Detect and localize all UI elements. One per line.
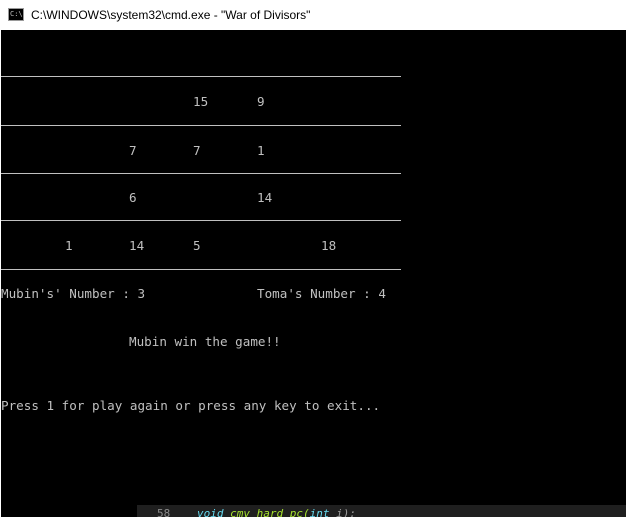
board-cell: 18 bbox=[321, 238, 337, 253]
player1-score: Mubin's' Number : 3 bbox=[1, 286, 146, 301]
board-rule-top bbox=[1, 76, 401, 77]
console-output[interactable]: 15 9 7 7 1 6 14 1 14 5 18 Mubin's' Numbe… bbox=[1, 30, 626, 517]
board-rule-bottom bbox=[1, 269, 401, 270]
board-cell: 7 bbox=[193, 143, 201, 158]
board-cell: 9 bbox=[257, 94, 265, 109]
board-cell: 5 bbox=[193, 238, 201, 253]
code-rest: i); bbox=[329, 507, 356, 517]
background-editor-peek: 58 void cmv_hard_pc(int i); bbox=[137, 505, 626, 517]
code-keyword: void bbox=[197, 507, 224, 517]
board-cell: 1 bbox=[257, 143, 265, 158]
board-rule-1 bbox=[1, 125, 401, 126]
game-result: Mubin win the game!! bbox=[129, 334, 281, 349]
cmd-icon: C:\ bbox=[8, 8, 24, 21]
board-rule-3 bbox=[1, 220, 401, 221]
code-keyword: int bbox=[309, 507, 330, 517]
board-rule-2 bbox=[1, 173, 401, 174]
window-title: C:\WINDOWS\system32\cmd.exe - "War of Di… bbox=[31, 8, 311, 22]
board-cell: 14 bbox=[129, 238, 145, 253]
window-titlebar: C:\ C:\WINDOWS\system32\cmd.exe - "War o… bbox=[0, 0, 626, 30]
player2-score: Toma's Number : 4 bbox=[257, 286, 386, 301]
code-function: cmv_hard_pc( bbox=[230, 507, 310, 517]
editor-line-number: 58 bbox=[157, 507, 171, 517]
editor-code-line: void cmv_hard_pc(int i); bbox=[197, 507, 356, 517]
board-cell: 7 bbox=[129, 143, 137, 158]
exit-prompt: Press 1 for play again or press any key … bbox=[1, 398, 381, 413]
board-cell: 15 bbox=[193, 94, 209, 109]
board-cell: 6 bbox=[129, 190, 137, 205]
board-cell: 1 bbox=[65, 238, 73, 253]
board-cell: 14 bbox=[257, 190, 273, 205]
